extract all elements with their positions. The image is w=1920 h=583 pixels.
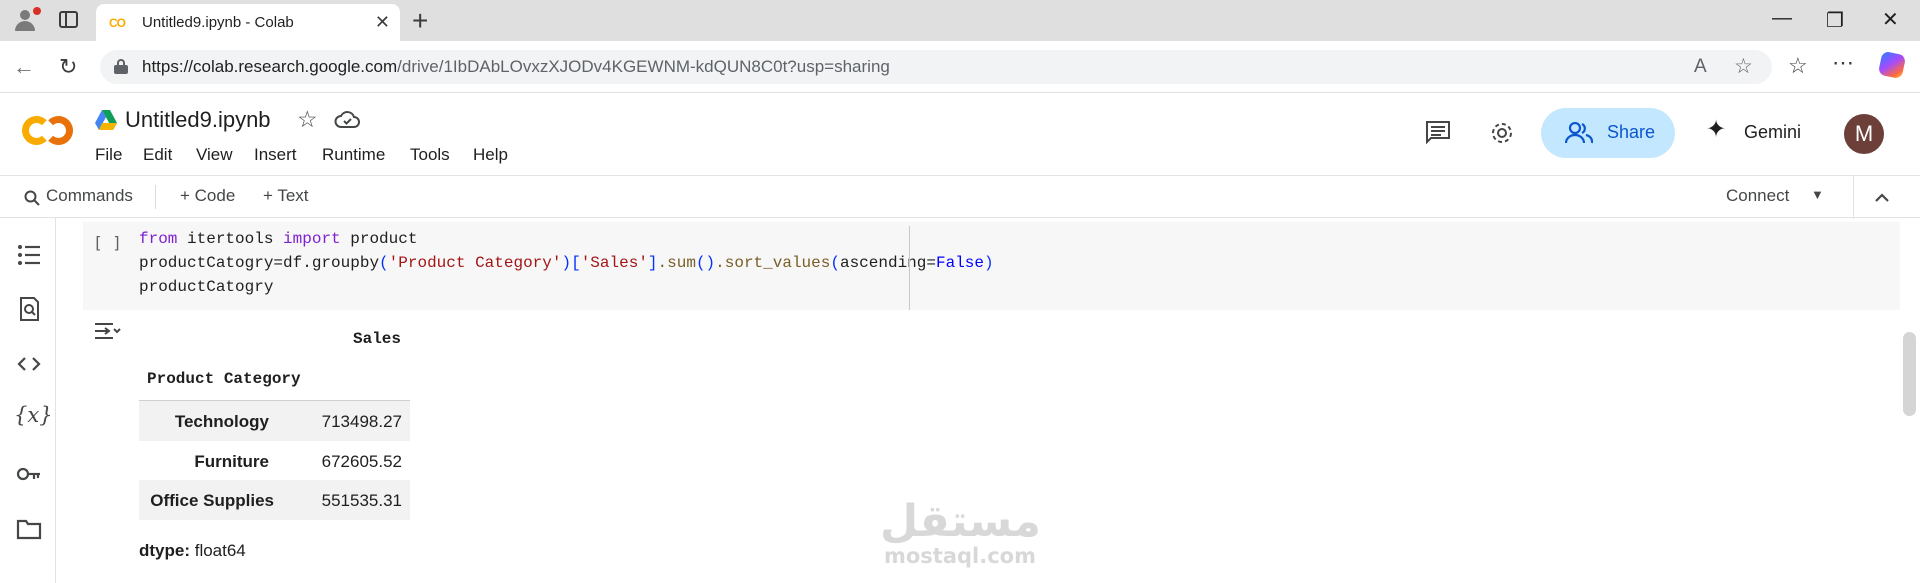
- menu-tools[interactable]: Tools: [410, 145, 450, 165]
- browser-tab-strip: CO Untitled9.ipynb - Colab ✕ + — ❐ ✕: [0, 0, 1920, 41]
- menu-view[interactable]: View: [196, 145, 233, 165]
- table-row: Furniture 672605.52: [139, 441, 410, 481]
- find-replace-icon[interactable]: [16, 296, 42, 322]
- people-icon: [1565, 122, 1593, 144]
- notification-dot: [33, 7, 41, 15]
- run-cell-button[interactable]: [ ]: [93, 233, 122, 252]
- dtype-line: dtype: float64: [139, 541, 246, 561]
- table-of-contents-icon[interactable]: [16, 242, 42, 268]
- row-category: Technology: [174, 412, 269, 431]
- reload-icon[interactable]: ↻: [59, 54, 77, 80]
- url-path: /drive/1IbDAbLOvxzXJODv4KGEWNM-kdQUN8C0t…: [397, 57, 890, 76]
- notebook-title[interactable]: Untitled9.ipynb: [125, 107, 271, 133]
- code-ruler-line: [909, 226, 910, 310]
- favorite-star-icon[interactable]: ☆: [1734, 54, 1753, 79]
- new-tab-button[interactable]: +: [412, 5, 428, 37]
- left-sidebar: {x}: [0, 218, 56, 583]
- url-host: https://colab.research.google.com: [142, 57, 398, 76]
- site-info-icon[interactable]: [114, 59, 128, 74]
- connect-button[interactable]: Connect: [1726, 186, 1789, 206]
- menu-help[interactable]: Help: [473, 145, 508, 165]
- collapse-chevron-icon[interactable]: [1874, 192, 1890, 202]
- menu-file[interactable]: File: [95, 145, 122, 165]
- row-category: Office Supplies: [150, 491, 274, 510]
- column-header-sales: Sales: [353, 330, 402, 348]
- share-label: Share: [1607, 122, 1656, 142]
- menu-edit[interactable]: Edit: [143, 145, 172, 165]
- address-bar-row: ← ↻ https://colab.research.google.com/dr…: [0, 41, 1920, 93]
- code-snippets-icon[interactable]: [16, 351, 42, 377]
- tab-title: Untitled9.ipynb - Colab: [142, 14, 294, 31]
- copilot-icon[interactable]: [1877, 50, 1907, 80]
- gemini-label: Gemini: [1744, 122, 1802, 142]
- share-button[interactable]: Share: [1541, 108, 1675, 158]
- browser-tab[interactable]: CO Untitled9.ipynb - Colab ✕: [96, 4, 400, 41]
- notebook-toolbar: Commands + Code + Text Connect ▼: [0, 175, 1920, 219]
- scrollbar-thumb[interactable]: [1903, 332, 1916, 416]
- url-text: https://colab.research.google.com/drive/…: [142, 57, 890, 77]
- back-icon[interactable]: ←: [13, 54, 35, 80]
- code-line-1[interactable]: from itertools import product: [139, 230, 417, 248]
- files-folder-icon[interactable]: [16, 516, 42, 542]
- connect-dropdown-icon[interactable]: ▼: [1811, 187, 1824, 202]
- row-value: 672605.52: [321, 452, 402, 471]
- comments-icon[interactable]: [1425, 120, 1451, 144]
- tab-actions-icon[interactable]: [59, 11, 78, 28]
- row-value: 713498.27: [321, 412, 402, 431]
- dtype-label: dtype:: [139, 541, 190, 560]
- row-value: 551535.31: [321, 491, 402, 510]
- code-line-2[interactable]: productCatogry=df.groupby('Product Categ…: [139, 254, 994, 272]
- close-tab-icon[interactable]: ✕: [375, 12, 390, 33]
- window-close-icon[interactable]: ✕: [1882, 7, 1899, 32]
- google-drive-icon: [95, 110, 117, 130]
- watermark-latin: mostaql.com: [884, 544, 1036, 568]
- cloud-saved-icon[interactable]: [334, 111, 360, 129]
- watermark: مستقل mostaql.com: [880, 496, 1041, 572]
- row-category: Furniture: [194, 452, 269, 471]
- restore-icon[interactable]: ❐: [1826, 8, 1844, 33]
- avatar[interactable]: M: [1844, 114, 1884, 154]
- colab-logo[interactable]: [22, 114, 76, 148]
- toolbar-divider-right: [1853, 176, 1854, 219]
- favorites-icon[interactable]: ☆: [1788, 53, 1808, 79]
- add-text-button[interactable]: + Text: [263, 186, 309, 206]
- minimize-icon[interactable]: —: [1772, 7, 1792, 30]
- address-bar[interactable]: https://colab.research.google.com/drive/…: [100, 50, 1772, 84]
- table-row: Technology 713498.27: [139, 401, 410, 441]
- dtype-value: float64: [190, 541, 246, 560]
- variables-icon[interactable]: {x}: [14, 403, 53, 427]
- code-line-3[interactable]: productCatogry: [139, 278, 273, 296]
- output-actions-icon[interactable]: [93, 320, 121, 342]
- more-options-icon[interactable]: ⋯: [1832, 50, 1854, 76]
- star-notebook-icon[interactable]: ☆: [297, 106, 318, 133]
- toolbar-divider: [155, 185, 156, 209]
- menu-runtime[interactable]: Runtime: [322, 145, 385, 165]
- menu-insert[interactable]: Insert: [254, 145, 297, 165]
- index-header: Product Category: [147, 370, 301, 388]
- add-code-button[interactable]: + Code: [180, 186, 235, 206]
- secrets-key-icon[interactable]: [16, 461, 42, 487]
- colab-favicon-icon: CO: [109, 16, 126, 30]
- commands-button[interactable]: Commands: [46, 186, 133, 206]
- gemini-spark-icon: ✦: [1706, 116, 1727, 143]
- watermark-arabic: مستقل: [880, 496, 1041, 547]
- settings-gear-icon[interactable]: [1489, 120, 1515, 146]
- read-aloud-icon[interactable]: A: [1694, 56, 1707, 78]
- table-row: Office Supplies 551535.31: [139, 480, 410, 520]
- search-icon: [24, 190, 40, 206]
- profile-icon[interactable]: [10, 7, 41, 33]
